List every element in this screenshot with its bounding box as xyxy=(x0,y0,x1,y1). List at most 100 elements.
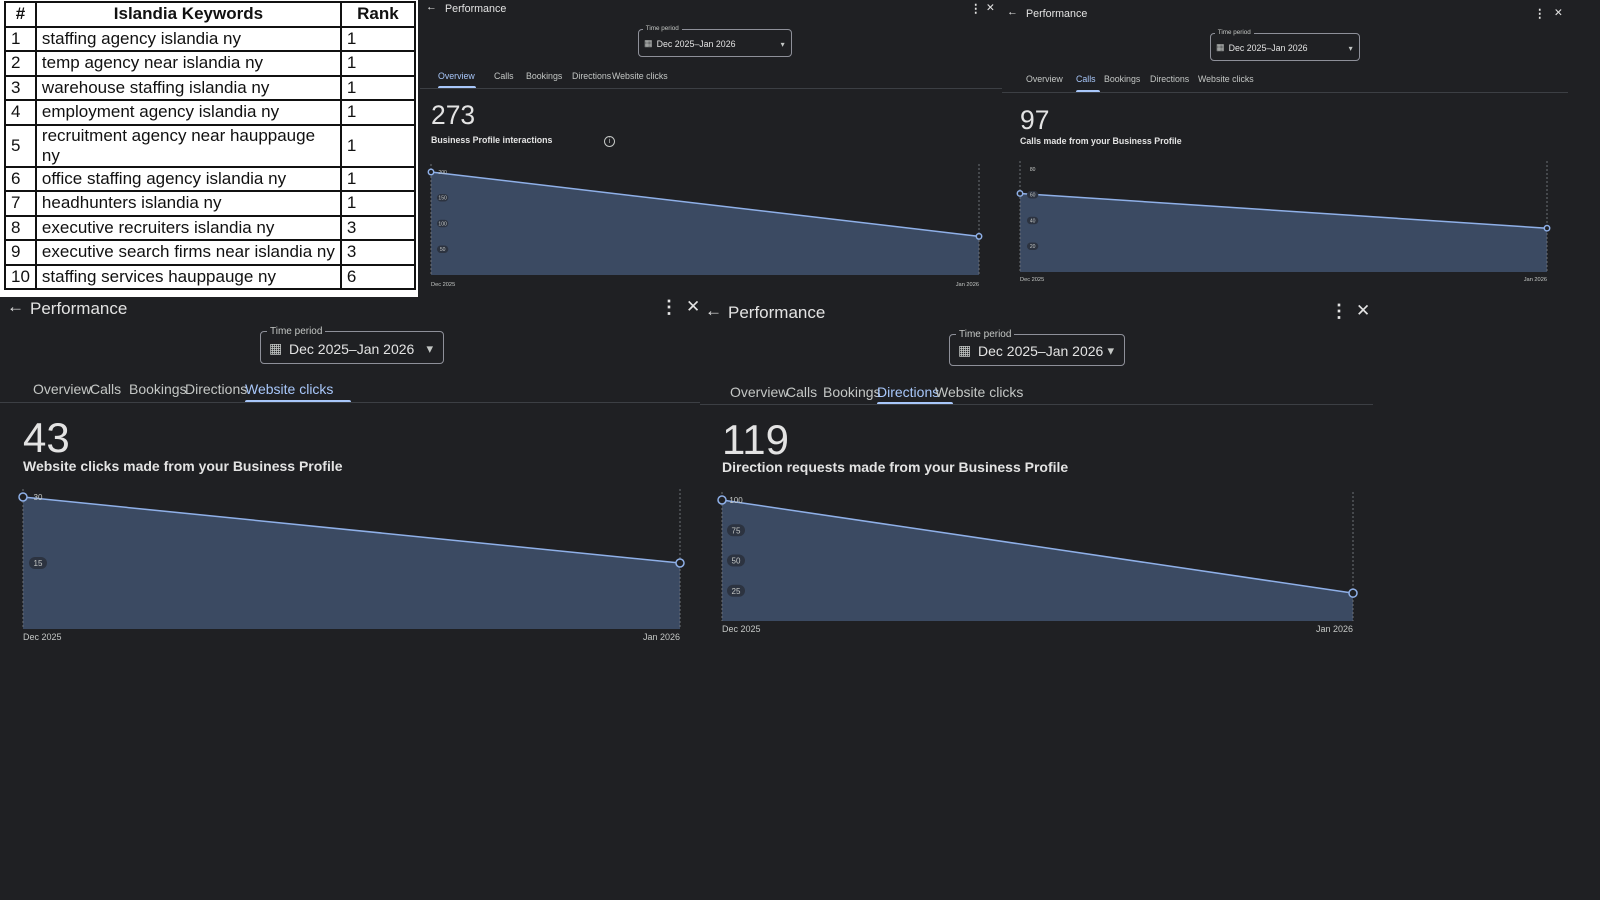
y-tick-label: 75 xyxy=(732,526,741,535)
x-tick-label: Jan 2026 xyxy=(643,632,680,642)
y-tick: 25 xyxy=(727,584,745,597)
y-tick-label: 60 xyxy=(1030,193,1036,199)
rank-cell: 1 xyxy=(339,50,416,77)
keyword-cell: warehouse staffing islandia ny xyxy=(34,74,342,101)
data-point[interactable] xyxy=(427,168,435,176)
table-row: 9 executive search firms near islandia ny… xyxy=(4,239,416,266)
column-header-rank: Rank xyxy=(339,1,416,28)
data-point[interactable] xyxy=(1016,190,1024,197)
y-tick-label: 100 xyxy=(438,221,447,227)
rank-cell: 1 xyxy=(339,165,416,192)
y-tick: 100 xyxy=(436,219,449,227)
data-point[interactable] xyxy=(975,232,983,240)
area-fill xyxy=(23,497,680,629)
table-row: 1 staffing agency islandia ny 1 xyxy=(4,25,416,52)
row-number: 10 xyxy=(4,263,37,290)
keyword-cell: headhunters islandia ny xyxy=(34,190,342,217)
keyword-cell: temp agency near islandia ny xyxy=(34,50,342,77)
row-number: 6 xyxy=(4,165,37,192)
table-row: 4 employment agency islandia ny 1 xyxy=(4,99,416,126)
y-tick-label: 50 xyxy=(732,557,741,566)
data-point[interactable] xyxy=(717,495,727,505)
table-row: 8 executive recruiters islandia ny 3 xyxy=(4,214,416,241)
rank-cell: 1 xyxy=(339,190,416,217)
keyword-cell: employment agency islandia ny xyxy=(34,99,342,126)
area-fill xyxy=(1020,193,1547,272)
x-tick-label: Jan 2026 xyxy=(956,282,979,288)
y-tick-label: 15 xyxy=(34,559,43,568)
keywords-table-image: # Islandia Keywords Rank 1 staffing agenc… xyxy=(0,0,418,297)
x-tick-label: Dec 2025 xyxy=(722,624,761,634)
x-tick-label: Dec 2025 xyxy=(1020,277,1044,283)
y-tick: 60 xyxy=(1026,190,1039,199)
y-tick: 40 xyxy=(1026,216,1039,224)
area-fill xyxy=(722,500,1353,621)
area-fill xyxy=(431,172,979,275)
y-tick: 80 xyxy=(1030,167,1036,173)
column-header-keywords: Islandia Keywords xyxy=(34,1,342,28)
y-tick-label: 150 xyxy=(438,196,447,202)
performance-panel-website: ← Performance ⋮ ✕ Time period ▦ Dec 2025–Jan 2… xyxy=(0,297,700,647)
y-tick: 75 xyxy=(727,524,745,537)
row-number: 4 xyxy=(4,99,37,126)
rank-cell: 3 xyxy=(339,214,416,241)
y-tick-label: 40 xyxy=(1030,218,1036,224)
rank-cell: 1 xyxy=(339,99,416,126)
table-row: 2 temp agency near islandia ny 1 xyxy=(4,50,416,77)
row-number: 1 xyxy=(4,25,37,52)
table-row: 7 headhunters islandia ny 1 xyxy=(4,190,416,217)
y-tick-label: 25 xyxy=(732,587,741,596)
data-point[interactable] xyxy=(1348,588,1358,598)
keyword-cell: executive search firms near islandia ny xyxy=(34,239,342,266)
performance-panel-overview: ← Performance ⋮ ✕ Time period ▦ Dec 2025–Jan 2… xyxy=(420,0,1002,297)
y-tick: 30 xyxy=(34,493,43,502)
rank-cell: 6 xyxy=(339,263,416,290)
y-tick-label: 50 xyxy=(440,247,446,253)
rank-cell: 1 xyxy=(339,123,416,168)
performance-panel-calls: ← Performance ⋮ ✕ Time period ▦ Dec 2025–Jan 2… xyxy=(1002,0,1568,297)
keyword-cell: office staffing agency islandia ny xyxy=(34,165,342,192)
y-tick: 50 xyxy=(727,554,745,567)
rank-cell: 1 xyxy=(339,25,416,52)
area-chart: 100 75 50 25 Dec 2025 Jan 2026 xyxy=(717,492,1358,634)
keyword-cell: recruitment agency near hauppauge ny xyxy=(34,123,342,168)
y-tick: 20 xyxy=(1026,242,1039,250)
y-tick: 15 xyxy=(29,557,47,569)
keyword-cell: executive recruiters islandia ny xyxy=(34,214,342,241)
rank-cell: 3 xyxy=(339,239,416,266)
y-tick: 150 xyxy=(436,193,449,202)
area-chart: 200 150 100 50 Dec 2025 Jan 2026 xyxy=(427,164,983,288)
row-number: 8 xyxy=(4,214,37,241)
y-tick-label: 200 xyxy=(438,170,447,176)
row-number: 7 xyxy=(4,190,37,217)
x-tick-label: Jan 2026 xyxy=(1524,277,1547,283)
table-header-row: # Islandia Keywords Rank xyxy=(4,1,416,28)
table-row: 6 office staffing agency islandia ny 1 xyxy=(4,165,416,192)
table-row: 3 warehouse staffing islandia ny 1 xyxy=(4,74,416,101)
y-tick-label: 20 xyxy=(1030,244,1036,250)
row-number: 3 xyxy=(4,74,37,101)
y-tick: 50 xyxy=(436,245,449,253)
x-tick-label: Dec 2025 xyxy=(23,632,62,642)
data-point[interactable] xyxy=(1543,224,1551,232)
x-tick-label: Jan 2026 xyxy=(1316,624,1353,634)
rank-cell: 1 xyxy=(339,74,416,101)
data-point[interactable] xyxy=(675,558,685,568)
y-tick: 100 xyxy=(729,496,743,505)
y-tick-label: 80 xyxy=(1030,167,1036,173)
data-point[interactable] xyxy=(18,492,28,502)
row-number: 5 xyxy=(4,123,37,168)
performance-panel-directions: ← Performance ⋮ ✕ Time period ▦ Dec 2025–Jan 2… xyxy=(700,297,1373,647)
row-number: 2 xyxy=(4,50,37,77)
y-tick-label: 100 xyxy=(729,496,743,505)
keyword-cell: staffing agency islandia ny xyxy=(34,25,342,52)
row-number: 9 xyxy=(4,239,37,266)
area-chart: 80 60 40 20 Dec 2025 Jan 2026 xyxy=(1016,161,1551,283)
keyword-cell: staffing services hauppauge ny xyxy=(34,263,342,290)
x-tick-label: Dec 2025 xyxy=(431,282,455,288)
y-tick-label: 30 xyxy=(34,493,43,502)
table-row: 10 staffing services hauppauge ny 6 xyxy=(4,263,416,290)
column-header-number: # xyxy=(4,1,37,28)
y-tick: 200 xyxy=(438,170,447,176)
area-chart: 30 15 Dec 2025 Jan 2026 xyxy=(18,489,685,642)
